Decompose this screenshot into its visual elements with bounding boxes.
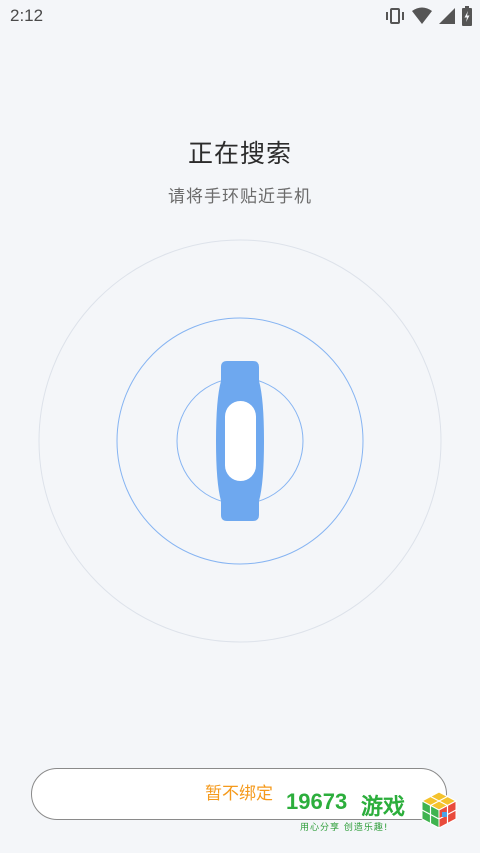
status-bar: 2:12 bbox=[0, 0, 480, 34]
search-radar bbox=[38, 239, 442, 643]
vibrate-icon bbox=[384, 7, 406, 25]
wifi-icon bbox=[412, 7, 432, 25]
status-time: 2:12 bbox=[10, 6, 44, 25]
status-icons bbox=[384, 6, 472, 26]
watermark-number: 19673 bbox=[286, 789, 348, 814]
battery-charging-icon bbox=[462, 6, 472, 26]
binding-search-screen: 2:12 正在搜索 请将手环贴近手机 暂不绑定 19673 游戏 用心分享 创造… bbox=[0, 0, 480, 853]
watermark: 19673 游戏 用心分享 创造乐趣! bbox=[286, 789, 462, 835]
watermark-slogan: 用心分享 创造乐趣! bbox=[300, 823, 389, 833]
watermark-name: 游戏 bbox=[361, 795, 406, 820]
signal-icon bbox=[438, 7, 456, 25]
cube-logo-icon bbox=[420, 790, 458, 834]
page-subtitle: 请将手环贴近手机 bbox=[168, 187, 312, 207]
band-icon bbox=[216, 361, 264, 521]
page-title: 正在搜索 bbox=[187, 139, 292, 168]
